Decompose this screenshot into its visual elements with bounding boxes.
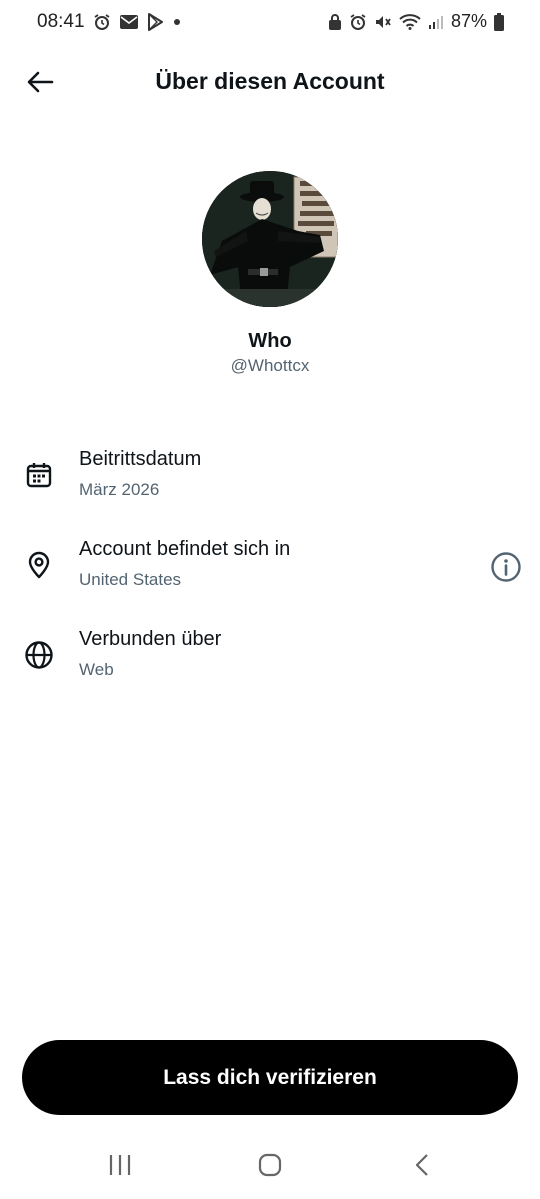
recent-apps-icon [109, 1155, 131, 1175]
status-left-icons [93, 13, 181, 31]
alarm-icon [94, 14, 110, 30]
status-bar: 08:41 87% [0, 0, 540, 44]
status-right-icons: 87% [328, 11, 504, 32]
page-title: Über diesen Account [155, 68, 385, 94]
battery-percent: 87% [450, 11, 487, 31]
play-store-icon [148, 13, 163, 31]
battery-icon [494, 12, 504, 31]
system-back-button[interactable] [402, 1150, 442, 1180]
system-nav-bar [0, 1140, 540, 1199]
location-info-button[interactable] [489, 550, 523, 584]
info-title: Account befindet sich in [79, 538, 291, 560]
dot-icon [174, 19, 180, 25]
signal-icon [428, 15, 443, 29]
info-row-location: Account befindet sich in United States [0, 538, 540, 608]
display-name: Who [248, 330, 292, 352]
mail-icon [120, 15, 138, 29]
info-value: März 2026 [79, 480, 160, 499]
info-value: United States [79, 570, 182, 589]
location-pin-icon [24, 550, 54, 580]
header: Über diesen Account [0, 56, 540, 108]
verify-button[interactable]: Lass dich verifizieren [22, 1040, 518, 1115]
status-time: 08:41 [37, 11, 85, 32]
alarm-icon [350, 13, 366, 30]
info-value: Web [79, 660, 114, 679]
mute-icon [375, 15, 391, 28]
info-title: Beitrittsdatum [79, 448, 202, 470]
info-row-connected-via: Verbunden über Web [0, 628, 540, 698]
lock-icon [328, 13, 341, 30]
recent-apps-button[interactable] [100, 1150, 140, 1180]
info-icon [491, 552, 521, 582]
user-handle: @Whottcx [230, 356, 310, 375]
avatar-image [202, 171, 338, 307]
home-icon [258, 1153, 282, 1177]
calendar-icon [24, 460, 54, 490]
info-title: Verbunden über [79, 628, 222, 650]
wifi-icon [399, 14, 421, 30]
home-button[interactable] [250, 1150, 290, 1180]
info-row-join-date: Beitrittsdatum März 2026 [0, 448, 540, 518]
back-icon [415, 1154, 428, 1176]
globe-icon [24, 640, 54, 670]
avatar[interactable] [202, 171, 338, 307]
